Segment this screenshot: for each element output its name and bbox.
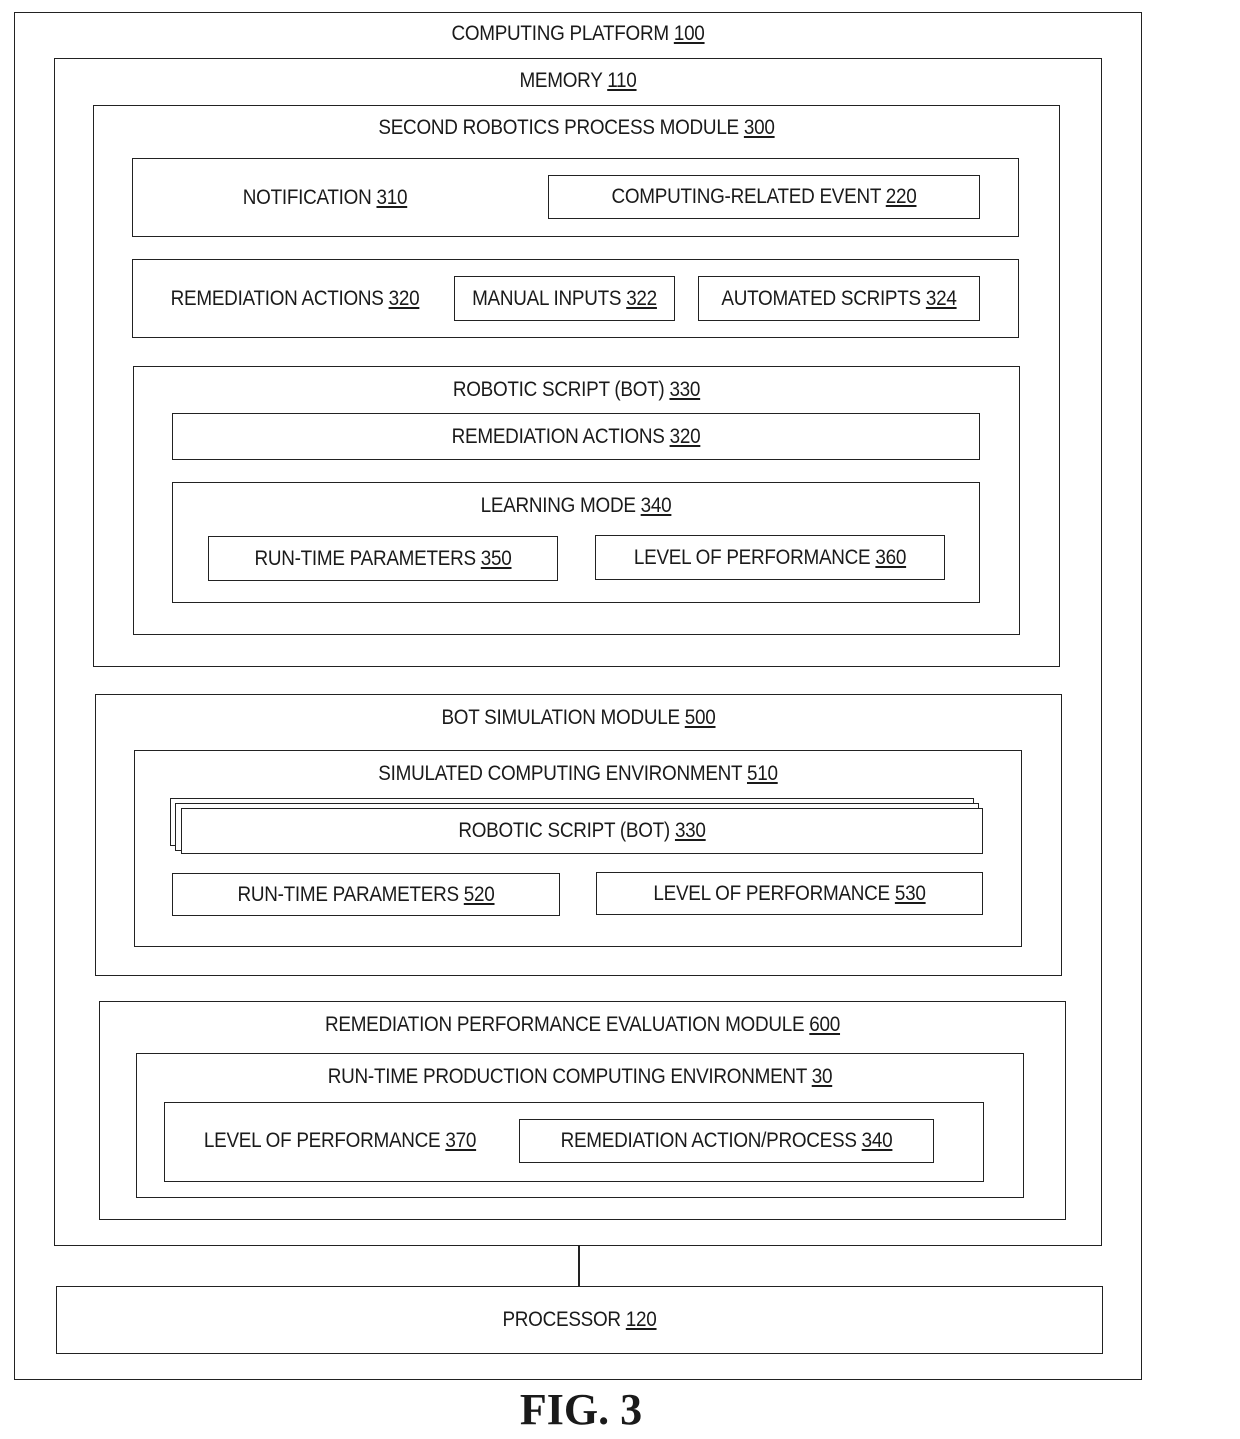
notification-label: NOTIFICATION 310	[242, 186, 408, 209]
simulated-env-label: SIMULATED COMPUTING ENVIRONMENT 510	[378, 762, 778, 785]
robotic-script-label: ROBOTIC SCRIPT (BOT) 330	[452, 378, 701, 401]
level-of-performance-530-label: LEVEL OF PERFORMANCE 530	[653, 881, 926, 905]
runtime-parameters-520-box: RUN-TIME PARAMETERS 520	[172, 873, 560, 916]
manual-inputs-box: MANUAL INPUTS 322	[454, 276, 675, 321]
automated-scripts-box: AUTOMATED SCRIPTS 324	[698, 276, 980, 321]
level-of-performance-360-label: LEVEL OF PERFORMANCE 360	[633, 545, 907, 569]
computing-platform-label: COMPUTING PLATFORM 100	[451, 22, 705, 45]
second-robotics-module-label: SECOND ROBOTICS PROCESS MODULE 300	[378, 116, 775, 139]
bot-remediation-actions-box: REMEDIATION ACTIONS 320	[172, 413, 980, 460]
production-env-label: RUN-TIME PRODUCTION COMPUTING ENVIRONMEN…	[327, 1065, 833, 1088]
computing-event-box: COMPUTING-RELATED EVENT 220	[548, 175, 980, 219]
runtime-parameters-520-label: RUN-TIME PARAMETERS 520	[237, 882, 495, 906]
remediation-process-box: REMEDIATION ACTION/PROCESS 340	[519, 1119, 934, 1163]
remediation-actions-label: REMEDIATION ACTIONS 320	[170, 287, 420, 310]
processor-box: PROCESSOR 120	[56, 1286, 1103, 1354]
bot-remediation-actions-label: REMEDIATION ACTIONS 320	[451, 424, 701, 448]
processor-label: PROCESSOR 120	[502, 1308, 657, 1331]
bot-simulation-module-label: BOT SIMULATION MODULE 500	[441, 706, 716, 729]
sim-robotic-script-box: ROBOTIC SCRIPT (BOT) 330	[181, 808, 983, 854]
remediation-process-label: REMEDIATION ACTION/PROCESS 340	[560, 1129, 893, 1152]
level-of-performance-370-label: LEVEL OF PERFORMANCE 370	[203, 1129, 477, 1152]
sim-robotic-script-label: ROBOTIC SCRIPT (BOT) 330	[458, 819, 706, 842]
runtime-parameters-350-label: RUN-TIME PARAMETERS 350	[254, 546, 512, 570]
figure-label: FIG. 3	[519, 1385, 643, 1434]
level-of-performance-530-box: LEVEL OF PERFORMANCE 530	[596, 872, 983, 915]
automated-scripts-label: AUTOMATED SCRIPTS 324	[721, 286, 957, 310]
memory-processor-connector	[578, 1246, 580, 1286]
computing-event-label: COMPUTING-RELATED EVENT 220	[611, 185, 917, 208]
remediation-eval-module-label: REMEDIATION PERFORMANCE EVALUATION MODUL…	[324, 1013, 841, 1036]
level-of-performance-360-box: LEVEL OF PERFORMANCE 360	[595, 535, 945, 580]
runtime-parameters-350-box: RUN-TIME PARAMETERS 350	[208, 536, 558, 581]
learning-mode-label: LEARNING MODE 340	[480, 494, 672, 517]
memory-label: MEMORY 110	[519, 69, 637, 92]
manual-inputs-label: MANUAL INPUTS 322	[472, 286, 657, 310]
